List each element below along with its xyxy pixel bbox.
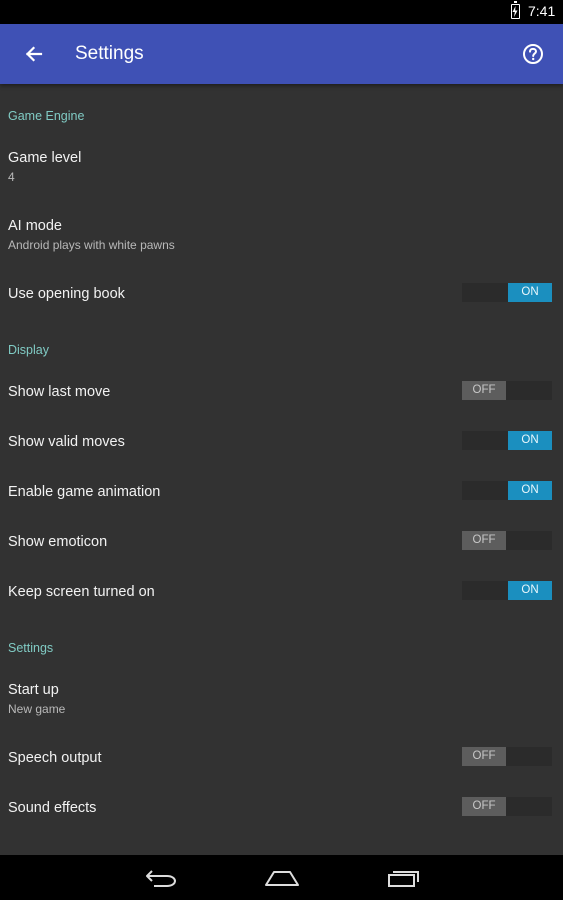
arrow-back-icon <box>25 46 43 62</box>
status-bar: 7:41 <box>0 0 563 24</box>
toggle-thumb: ON <box>508 283 552 302</box>
pref-sound-effects[interactable]: Sound effects OFF <box>0 786 563 828</box>
pref-summary: New game <box>8 702 66 716</box>
nav-recents-button[interactable] <box>383 863 423 893</box>
nav-recents-icon <box>388 871 419 887</box>
pref-title: Use opening book <box>8 286 125 302</box>
pref-use-opening-book[interactable]: Use opening book ON <box>0 272 563 314</box>
pref-show-valid-moves[interactable]: Show valid moves ON <box>0 420 563 462</box>
nav-back-button[interactable] <box>141 863 181 893</box>
pref-title: Show valid moves <box>8 434 125 450</box>
toggle-switch[interactable]: OFF <box>462 747 552 766</box>
battery-charging-icon <box>511 1 520 19</box>
navigation-bar <box>0 855 563 900</box>
toggle-switch[interactable]: ON <box>462 481 552 500</box>
nav-home-icon <box>265 871 299 886</box>
section-header-settings: Settings <box>8 641 54 655</box>
toggle-switch[interactable]: ON <box>462 431 552 450</box>
section-header-game-engine: Game Engine <box>8 109 85 123</box>
pref-title: Sound effects <box>8 800 97 816</box>
pref-game-level[interactable]: Game level 4 <box>0 136 563 198</box>
pref-keep-screen-on[interactable]: Keep screen turned on ON <box>0 570 563 612</box>
pref-summary: Android plays with white pawns <box>8 238 175 252</box>
pref-title: Start up <box>8 682 59 698</box>
toggle-switch[interactable]: ON <box>462 283 552 302</box>
status-time: 7:41 <box>528 3 556 19</box>
nav-back-icon <box>146 870 177 887</box>
pref-title: Show emoticon <box>8 534 108 550</box>
screen: 7:41 Settings Game Engine Game level 4 A… <box>0 0 563 900</box>
page-title: Settings <box>75 43 144 64</box>
pref-summary: 4 <box>8 170 15 184</box>
pref-start-up[interactable]: Start up New game <box>0 669 563 731</box>
pref-ai-mode[interactable]: AI mode Android plays with white pawns <box>0 204 563 266</box>
pref-title: Game level <box>8 150 82 166</box>
settings-list: Game Engine Game level 4 AI mode Android… <box>0 84 563 855</box>
pref-show-last-move[interactable]: Show last move OFF <box>0 370 563 412</box>
toggle-switch[interactable]: ON <box>462 581 552 600</box>
toggle-thumb: OFF <box>462 381 506 400</box>
pref-title: AI mode <box>8 218 62 234</box>
pref-show-emoticon[interactable]: Show emoticon OFF <box>0 520 563 562</box>
help-circle-icon <box>523 44 543 64</box>
toggle-switch[interactable]: OFF <box>462 381 552 400</box>
pref-enable-game-animation[interactable]: Enable game animation ON <box>0 470 563 512</box>
pref-title: Keep screen turned on <box>8 584 155 600</box>
pref-speech-output[interactable]: Speech output OFF <box>0 736 563 778</box>
pref-title: Show last move <box>8 384 111 400</box>
toggle-thumb: ON <box>508 431 552 450</box>
toggle-switch[interactable]: OFF <box>462 531 552 550</box>
toggle-thumb: OFF <box>462 531 506 550</box>
section-header-display: Display <box>8 343 49 357</box>
pref-title: Enable game animation <box>8 484 161 500</box>
help-button[interactable] <box>518 39 548 69</box>
toggle-thumb: ON <box>508 581 552 600</box>
nav-home-button[interactable] <box>262 863 302 893</box>
back-button[interactable] <box>18 38 50 70</box>
toggle-thumb: OFF <box>462 747 506 766</box>
app-bar: Settings <box>0 24 563 84</box>
toggle-thumb: OFF <box>462 797 506 816</box>
toggle-switch[interactable]: OFF <box>462 797 552 816</box>
pref-title: Speech output <box>8 750 102 766</box>
toggle-thumb: ON <box>508 481 552 500</box>
